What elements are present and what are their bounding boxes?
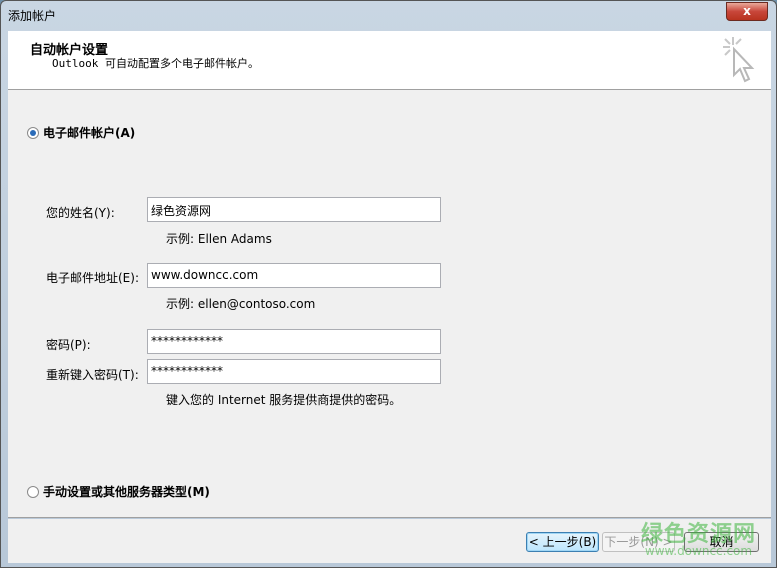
radio-selected-icon [27,126,39,139]
password-input[interactable]: ************ [147,329,441,354]
watermark-url: www.downcc.com [644,544,753,558]
password-label: 密码(P): [46,338,91,352]
email-account-label: 电子邮件帐户(A) [43,126,136,140]
back-button[interactable]: < 上一步(B) [526,532,599,552]
retype-password-input[interactable]: ************ [147,359,441,384]
page-subtitle: Outlook 可自动配置多个电子邮件帐户。 [52,57,259,70]
add-account-dialog: 添加帐户 x 自动帐户设置 Outlook 可自动配置多个电子邮件帐户。 电子邮… [0,0,777,568]
radio-unselected-icon [27,485,39,498]
password-hint: 键入您的 Internet 服务提供商提供的密码。 [166,393,402,407]
email-account-radio[interactable]: 电子邮件帐户(A) [27,124,135,141]
name-label: 您的姓名(Y): [46,206,115,220]
window-title: 添加帐户 [8,9,57,23]
watermark: 绿色资源网 www.downcc.com [641,516,756,558]
email-hint: 示例: ellen@contoso.com [166,297,316,311]
header-panel: 自动帐户设置 Outlook 可自动配置多个电子邮件帐户。 [8,31,771,90]
magic-cursor-icon [723,37,755,83]
email-input[interactable]: www.downcc.com [147,263,441,288]
manual-setup-radio[interactable]: 手动设置或其他服务器类型(M) [27,483,210,500]
retype-password-label: 重新键入密码(T): [46,368,139,382]
name-input[interactable]: 绿色资源网 [147,197,441,222]
close-button[interactable]: x [726,2,768,21]
manual-setup-label: 手动设置或其他服务器类型(M) [43,485,210,499]
email-label: 电子邮件地址(E): [46,271,139,285]
content-panel: 电子邮件帐户(A) 您的姓名(Y): 绿色资源网 示例: Ellen Adams… [8,90,771,518]
name-hint: 示例: Ellen Adams [166,232,272,246]
